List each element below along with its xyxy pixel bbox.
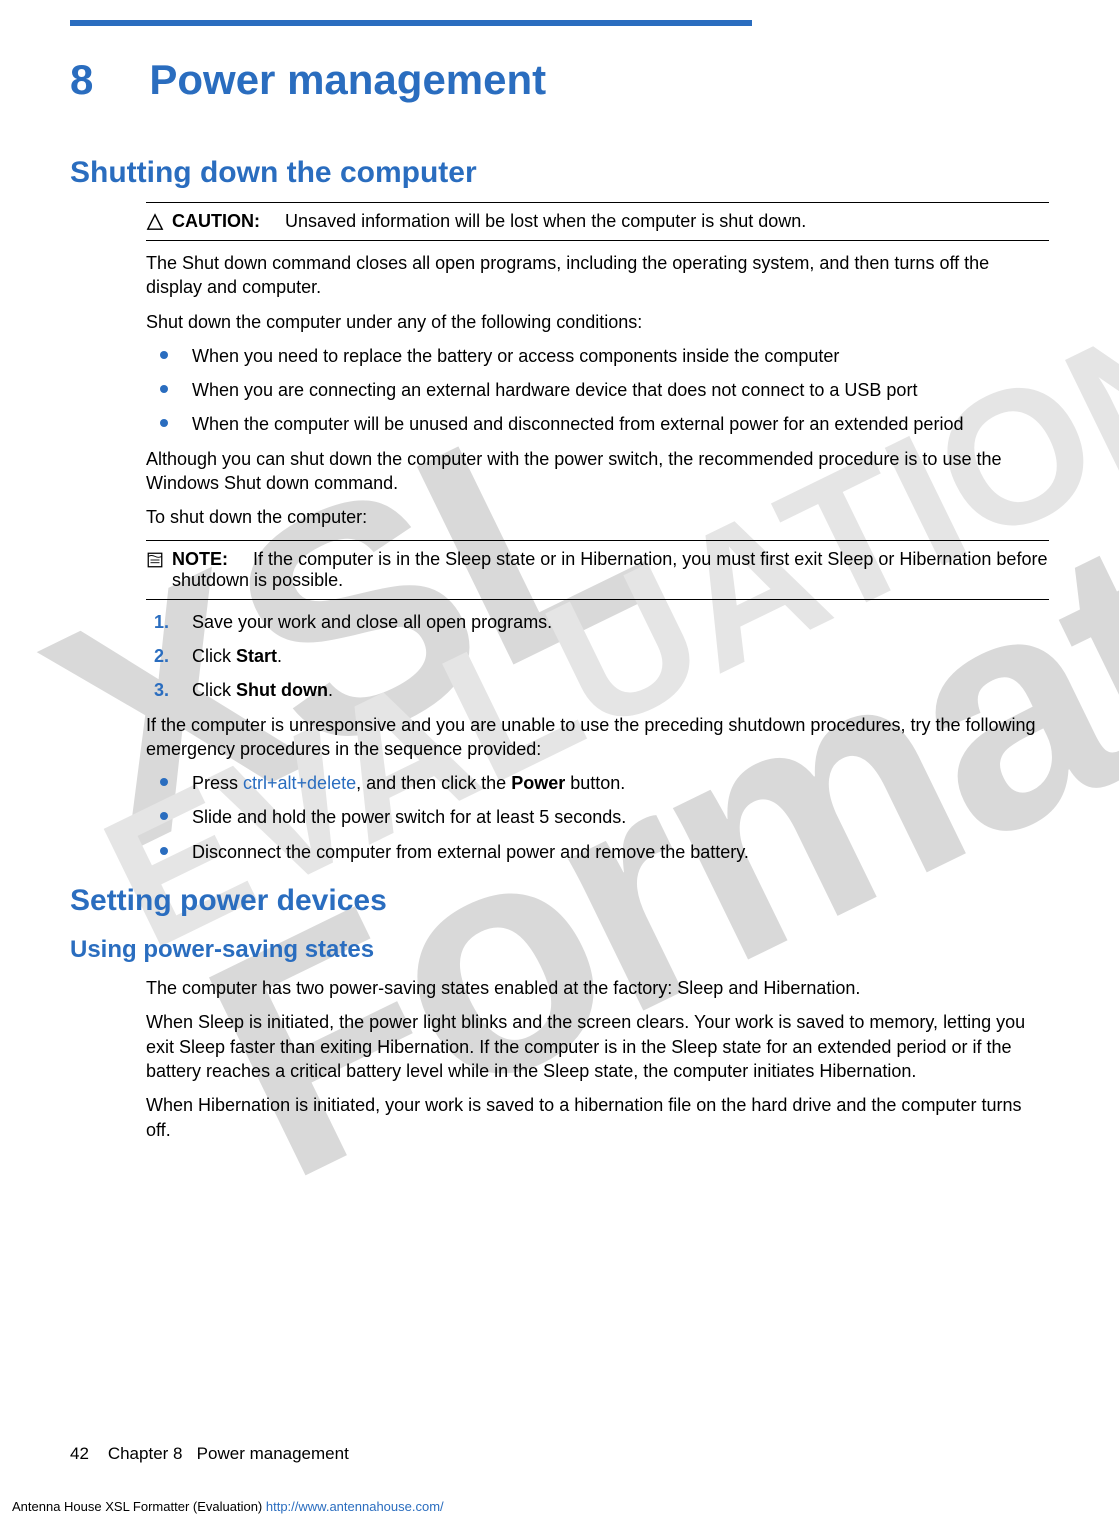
text: Click [192,646,236,666]
caution-text: CAUTION: Unsaved information will be los… [172,211,1049,232]
chapter-title: Power management [149,56,546,104]
rule [146,599,1049,600]
list-item: When the computer will be unused and dis… [146,412,1049,436]
step-item: Save your work and close all open progra… [146,610,1049,634]
list-item: When you are connecting an external hard… [146,378,1049,402]
footer-title: Power management [197,1444,349,1463]
ui-term: Start [236,646,277,666]
text: . [328,680,333,700]
page-footer: 42 Chapter 8 Power management [70,1444,349,1464]
paragraph: If the computer is unresponsive and you … [146,713,1049,762]
caution-callout: CAUTION: Unsaved information will be los… [146,211,1049,232]
paragraph: When Hibernation is initiated, your work… [146,1093,1049,1142]
section2-body: The computer has two power-saving states… [146,976,1049,1142]
top-accent-bar [70,20,752,26]
rule [146,240,1049,241]
paragraph: The Shut down command closes all open pr… [146,251,1049,300]
eval-text: Antenna House XSL Formatter (Evaluation) [12,1499,266,1514]
text: button. [565,773,625,793]
step-item: Click Start. [146,644,1049,668]
eval-footer: Antenna House XSL Formatter (Evaluation)… [12,1499,444,1514]
caution-icon [146,213,166,231]
page-number: 42 [70,1444,89,1463]
paragraph: The computer has two power-saving states… [146,976,1049,1000]
note-icon [146,551,166,569]
ui-term: Shut down [236,680,328,700]
bullet-list: When you need to replace the battery or … [146,344,1049,437]
caution-body: Unsaved information will be lost when th… [285,211,806,231]
list-item: Slide and hold the power switch for at l… [146,805,1049,829]
note-body: If the computer is in the Sleep state or… [172,549,1047,590]
section1-body: CAUTION: Unsaved information will be los… [146,202,1049,864]
list-item: When you need to replace the battery or … [146,344,1049,368]
footer-chapter: Chapter 8 [108,1444,183,1463]
paragraph: Shut down the computer under any of the … [146,310,1049,334]
rule [146,202,1049,203]
paragraph: To shut down the computer: [146,505,1049,529]
rule [146,540,1049,541]
list-item: Press ctrl+alt+delete, and then click th… [146,771,1049,795]
text: Click [192,680,236,700]
note-label: NOTE: [172,549,228,569]
chapter-number: 8 [70,56,93,104]
eval-url-link[interactable]: http://www.antennahouse.com/ [266,1499,444,1514]
note-callout: NOTE: If the computer is in the Sleep st… [146,549,1049,591]
bullet-list: Press ctrl+alt+delete, and then click th… [146,771,1049,864]
key-combo: ctrl+alt+delete [243,773,356,793]
paragraph: When Sleep is initiated, the power light… [146,1010,1049,1083]
subsection-title-power-saving-states: Using power-saving states [70,936,1049,964]
step-item: Click Shut down. [146,678,1049,702]
section-title-shutting-down: Shutting down the computer [70,156,1049,190]
ui-term: Power [511,773,565,793]
list-item: Disconnect the computer from external po… [146,840,1049,864]
caution-label: CAUTION: [172,211,260,231]
text: Press [192,773,243,793]
text: . [277,646,282,666]
note-text: NOTE: If the computer is in the Sleep st… [172,549,1049,591]
chapter-heading: 8 Power management [70,56,1049,104]
text: , and then click the [356,773,511,793]
page: XSL Formatter EVALUATION 8 Power managem… [0,0,1119,1530]
paragraph: Although you can shut down the computer … [146,447,1049,496]
section-title-setting-power: Setting power devices [70,884,1049,918]
steps-list: Save your work and close all open progra… [146,610,1049,703]
